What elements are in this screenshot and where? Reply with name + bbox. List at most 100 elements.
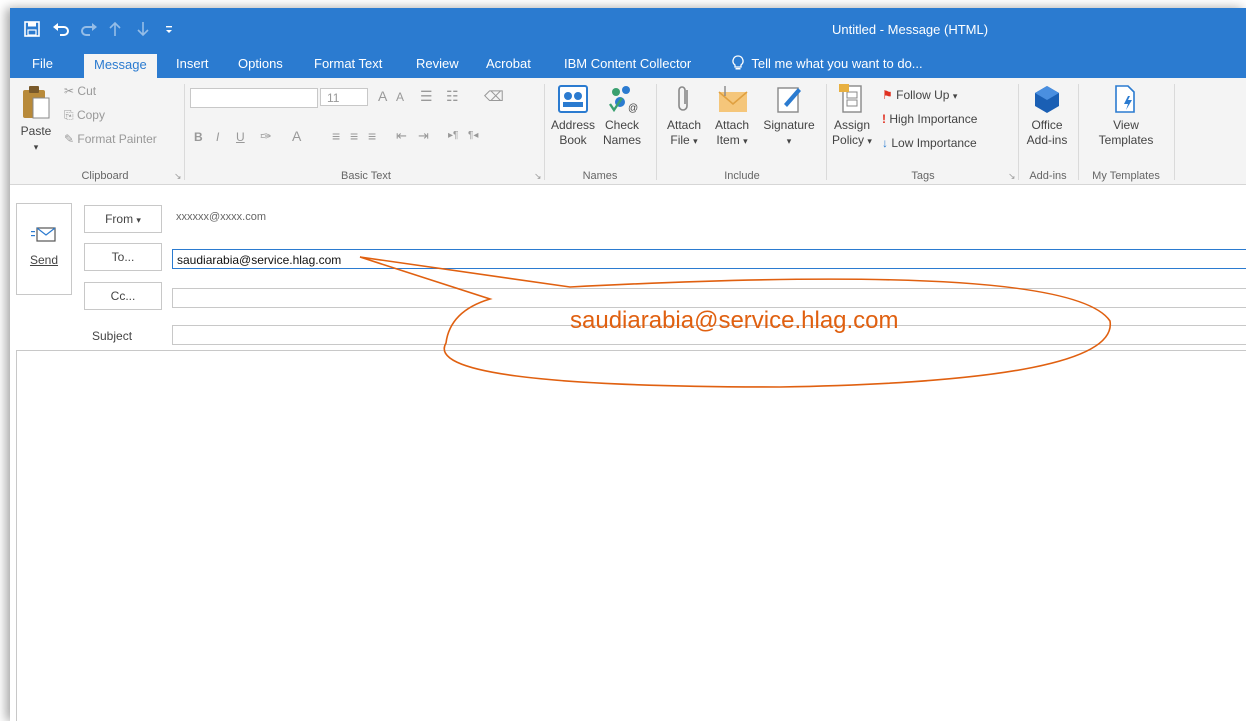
chevron-down-icon: ▾ bbox=[867, 136, 872, 146]
arrow-up-icon[interactable] bbox=[108, 21, 122, 41]
from-button[interactable]: From ▾ bbox=[84, 205, 162, 233]
copy-button[interactable]: ⎘ Copy bbox=[64, 108, 105, 123]
send-label: Send bbox=[29, 253, 59, 267]
check-names-icon: @ bbox=[606, 84, 638, 118]
from-value: xxxxxx@xxxx.com bbox=[176, 211, 267, 223]
tell-me-label: Tell me what you want to do... bbox=[751, 56, 923, 71]
attach-file-label-1: Attach bbox=[666, 118, 702, 132]
italic-icon[interactable]: I bbox=[216, 130, 219, 144]
envelope-attach-icon bbox=[715, 84, 749, 118]
chevron-down-icon: ▾ bbox=[952, 91, 958, 101]
group-label-tags: Tags bbox=[911, 170, 935, 182]
grow-font-icon[interactable]: A bbox=[378, 88, 387, 104]
follow-up-button[interactable]: ⚑ Follow Up ▾ bbox=[882, 88, 957, 102]
tab-insert[interactable]: Insert bbox=[166, 50, 219, 78]
send-envelope-icon bbox=[17, 226, 71, 247]
assign-policy-button[interactable]: Assign Policy ▾ bbox=[830, 84, 874, 149]
customize-icon[interactable] bbox=[164, 21, 174, 41]
compose-area: Send From ▾ xxxxxx@xxxx.com To... saudia… bbox=[10, 185, 1246, 721]
to-button[interactable]: To... bbox=[84, 243, 162, 271]
low-importance-label: Low Importance bbox=[891, 136, 977, 150]
tab-review[interactable]: Review bbox=[406, 50, 469, 78]
undo-icon[interactable] bbox=[52, 21, 70, 41]
address-book-icon bbox=[557, 84, 589, 118]
to-label: To... bbox=[111, 250, 135, 264]
view-templates-button[interactable]: View Templates bbox=[1084, 84, 1168, 148]
redo-icon[interactable] bbox=[80, 21, 98, 41]
separator bbox=[1174, 84, 1175, 180]
tab-ibm-content-collector[interactable]: IBM Content Collector bbox=[554, 50, 701, 78]
address-book-button[interactable]: Address Book bbox=[550, 84, 596, 148]
tab-format-text[interactable]: Format Text bbox=[304, 50, 392, 78]
down-arrow-icon: ↓ bbox=[882, 136, 888, 150]
high-importance-button[interactable]: ! High Importance bbox=[882, 112, 977, 126]
numbering-icon[interactable]: ☷ bbox=[446, 88, 459, 105]
group-label-basic-text: Basic Text bbox=[341, 170, 391, 182]
attach-file-button[interactable]: Attach File ▾ bbox=[662, 84, 706, 149]
check-names-button[interactable]: @ Check Names bbox=[600, 84, 644, 148]
font-size-dropdown[interactable]: 11 bbox=[320, 88, 368, 106]
cut-button[interactable]: ✂ Cut bbox=[64, 84, 96, 98]
align-center-icon[interactable]: ≡ bbox=[350, 128, 358, 144]
svg-text:@: @ bbox=[628, 103, 638, 114]
bold-icon[interactable]: B bbox=[194, 130, 203, 144]
arrow-down-icon[interactable] bbox=[136, 21, 150, 41]
bullets-icon[interactable]: ☰ bbox=[420, 88, 433, 105]
signature-button[interactable]: Signature ▾ bbox=[758, 84, 820, 149]
separator bbox=[544, 84, 545, 180]
underline-icon[interactable]: U bbox=[236, 130, 245, 144]
copy-icon: ⎘ bbox=[64, 108, 74, 122]
group-label-include: Include bbox=[724, 170, 760, 182]
font-size-value: 11 bbox=[327, 91, 340, 105]
to-value: saudiarabia@service.hlag.com bbox=[177, 253, 342, 267]
paste-label: Paste bbox=[20, 124, 52, 138]
flag-icon: ⚑ bbox=[882, 88, 893, 102]
rtl-icon[interactable]: ¶◂ bbox=[468, 130, 478, 141]
title-bar: Untitled - Message (HTML) bbox=[10, 8, 1246, 50]
office-addins-icon bbox=[1032, 84, 1062, 118]
subject-label: Subject bbox=[92, 329, 133, 343]
attach-item-button[interactable]: Attach Item ▾ bbox=[708, 84, 756, 149]
decrease-indent-icon[interactable]: ⇤ bbox=[396, 128, 407, 144]
clear-formatting-icon[interactable]: ⌫ bbox=[484, 88, 504, 105]
office-addins-label-1: Office bbox=[1031, 118, 1063, 132]
align-right-icon[interactable]: ≡ bbox=[368, 128, 376, 144]
dialog-launcher-icon[interactable]: ↘ bbox=[174, 171, 182, 182]
tab-file[interactable]: File bbox=[22, 50, 63, 78]
attach-file-label-2: File bbox=[670, 133, 690, 147]
font-color-icon[interactable]: A bbox=[292, 128, 301, 144]
chevron-down-icon: ▾ bbox=[693, 136, 698, 146]
paste-button[interactable]: Paste ▾ bbox=[16, 84, 56, 155]
format-painter-button[interactable]: ✎ Format Painter bbox=[64, 132, 157, 146]
format-painter-label: Format Painter bbox=[77, 132, 157, 146]
signature-label: Signature bbox=[763, 118, 815, 132]
tab-options[interactable]: Options bbox=[228, 50, 293, 78]
chevron-down-icon: ▾ bbox=[743, 136, 748, 146]
low-importance-button[interactable]: ↓ Low Importance bbox=[882, 136, 977, 150]
cc-button[interactable]: Cc... bbox=[84, 282, 162, 310]
assign-policy-label-2: Policy bbox=[832, 133, 865, 147]
group-label-my-templates: My Templates bbox=[1092, 170, 1160, 182]
dialog-launcher-icon[interactable]: ↘ bbox=[1008, 171, 1016, 182]
tell-me-box[interactable]: Tell me what you want to do... bbox=[732, 50, 923, 78]
message-body[interactable] bbox=[16, 350, 1246, 721]
group-label-clipboard: Clipboard bbox=[81, 170, 129, 182]
font-name-dropdown[interactable] bbox=[190, 88, 318, 108]
save-icon[interactable] bbox=[24, 21, 40, 41]
ltr-icon[interactable]: ▸¶ bbox=[448, 130, 458, 141]
copy-label: Copy bbox=[76, 108, 105, 122]
lightbulb-icon bbox=[732, 53, 744, 81]
tab-message[interactable]: Message bbox=[84, 54, 157, 80]
send-button[interactable]: Send bbox=[16, 203, 72, 295]
office-addins-button[interactable]: Office Add-ins bbox=[1022, 84, 1072, 148]
dialog-launcher-icon[interactable]: ↘ bbox=[534, 171, 542, 182]
high-importance-label: High Importance bbox=[889, 112, 978, 126]
shrink-font-icon[interactable]: A bbox=[396, 90, 404, 104]
check-names-label-1: Check bbox=[604, 118, 639, 132]
tab-acrobat[interactable]: Acrobat bbox=[476, 50, 541, 78]
scissors-icon: ✂ bbox=[64, 84, 75, 98]
align-left-icon[interactable]: ≡ bbox=[332, 128, 340, 144]
highlight-icon[interactable]: ✑ bbox=[260, 128, 272, 145]
increase-indent-icon[interactable]: ⇥ bbox=[418, 128, 429, 144]
view-templates-label-1: View bbox=[1113, 118, 1139, 132]
